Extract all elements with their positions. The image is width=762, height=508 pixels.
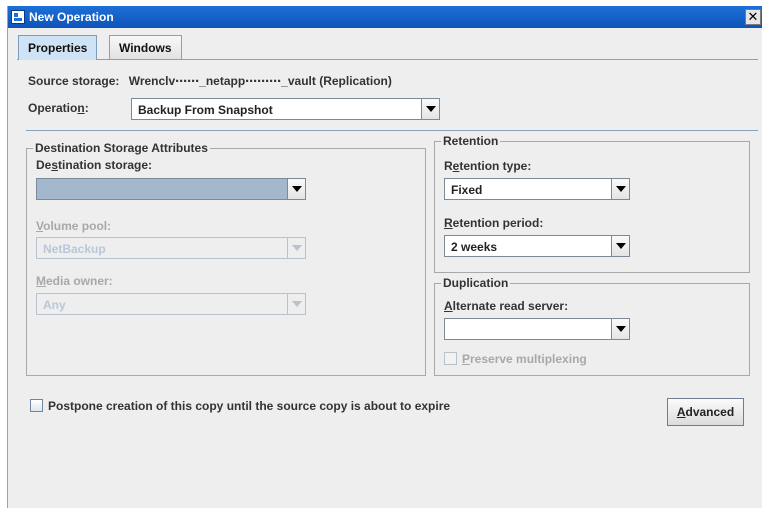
retention-period-value: 2 weeks	[451, 240, 498, 254]
retention-type-label: Retention type:	[444, 159, 532, 173]
chevron-down-icon[interactable]	[611, 319, 629, 339]
preserve-multiplexing-label: Preserve multiplexing	[462, 352, 587, 366]
operation-label: Operation:	[28, 101, 89, 115]
chevron-down-icon	[287, 238, 305, 258]
new-operation-dialog: New Operation ✕ Properties Windows Sourc…	[7, 6, 762, 508]
advanced-button[interactable]: Advanced	[667, 398, 744, 426]
destination-group-title: Destination Storage Attributes	[33, 141, 210, 155]
media-owner-select[interactable]: Any	[36, 293, 306, 315]
media-owner-value: Any	[43, 298, 66, 312]
retention-type-select[interactable]: Fixed	[444, 178, 630, 200]
retention-period-label: Retention period:	[444, 216, 544, 230]
alternate-read-server-select[interactable]	[444, 318, 630, 340]
title-bar[interactable]: New Operation ✕	[8, 6, 762, 28]
operation-select[interactable]: Backup From Snapshot	[131, 98, 440, 120]
chevron-down-icon	[287, 294, 305, 314]
operation-value: Backup From Snapshot	[138, 103, 273, 117]
source-storage-row: Source storage: Wrenclv⋯⋯_netapp⋯⋯⋯_vaul…	[28, 74, 392, 88]
tab-windows[interactable]: Windows	[109, 35, 182, 59]
destination-storage-select[interactable]	[36, 178, 306, 200]
postpone-checkbox[interactable]	[30, 399, 43, 412]
chevron-down-icon[interactable]	[611, 236, 629, 256]
volume-pool-value: NetBackup	[43, 242, 106, 256]
preserve-multiplexing-checkbox[interactable]	[444, 352, 457, 365]
destination-storage-label: Destination storage:	[36, 158, 153, 172]
section-separator	[26, 130, 758, 131]
retention-group-title: Retention	[441, 134, 501, 148]
volume-pool-label: Volume pool:	[36, 219, 112, 233]
chevron-down-icon[interactable]	[421, 99, 439, 119]
duplication-group-title: Duplication	[441, 276, 511, 290]
media-owner-label: Media owner:	[36, 274, 113, 288]
alternate-read-server-label: Alternate read server:	[444, 299, 569, 313]
volume-pool-select[interactable]: NetBackup	[36, 237, 306, 259]
retention-period-select[interactable]: 2 weeks	[444, 235, 630, 257]
postpone-label: Postpone creation of this copy until the…	[48, 399, 451, 413]
retention-type-value: Fixed	[451, 183, 483, 197]
source-storage-value: Wrenclv⋯⋯_netapp⋯⋯⋯_vault (Replication)	[128, 74, 392, 88]
app-icon	[11, 10, 25, 24]
tab-properties[interactable]: Properties	[18, 35, 98, 60]
close-icon[interactable]: ✕	[745, 9, 761, 25]
window-title: New Operation	[29, 10, 114, 24]
chevron-down-icon[interactable]	[287, 179, 305, 199]
tab-divider	[17, 59, 758, 60]
source-storage-label: Source storage:	[28, 74, 120, 88]
chevron-down-icon[interactable]	[611, 179, 629, 199]
